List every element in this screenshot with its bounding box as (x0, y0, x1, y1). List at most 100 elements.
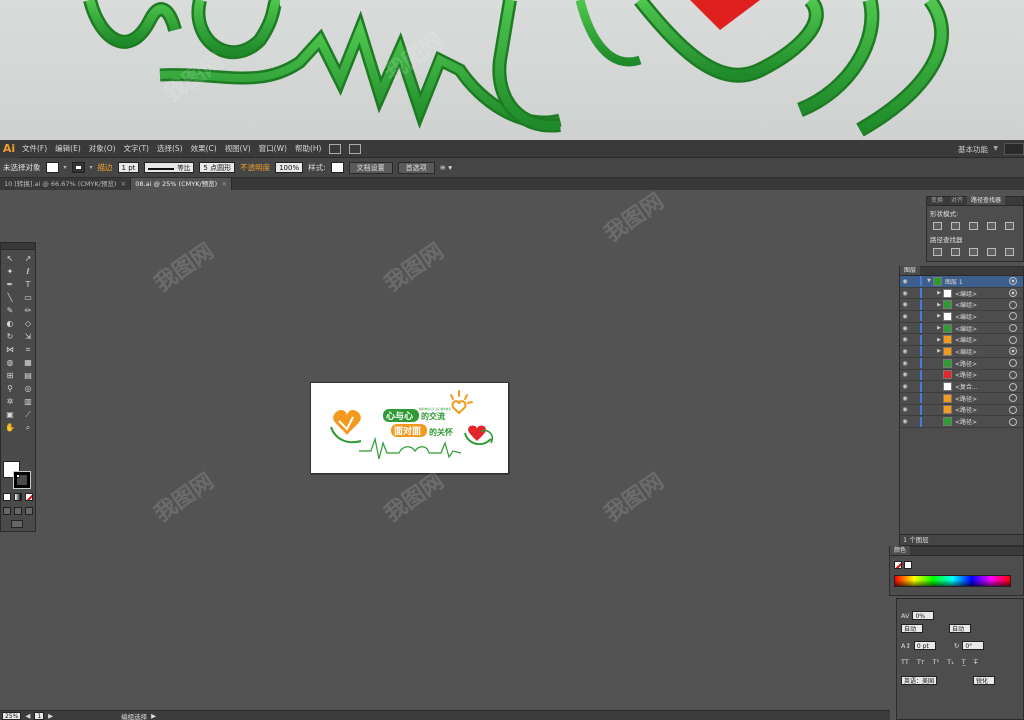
eye-icon[interactable]: ◉ (900, 383, 910, 390)
superscript-icon[interactable]: T¹ (933, 658, 940, 666)
none-button[interactable] (25, 493, 33, 501)
eraser-icon[interactable]: ◇ (20, 318, 36, 330)
rotate-tool-icon[interactable]: ↻ (2, 331, 18, 343)
color-spectrum[interactable] (894, 575, 1011, 587)
none-swatch[interactable] (894, 561, 902, 569)
layer-name[interactable]: <路径> (955, 359, 1009, 368)
blob-brush-icon[interactable]: ◐ (2, 318, 18, 330)
variable-width-profile[interactable]: 等比 (144, 162, 195, 173)
chevron-down-icon[interactable]: ▾ (64, 164, 67, 171)
subscript-icon[interactable]: T₁ (947, 658, 954, 666)
width-tool-icon[interactable]: ⋈ (2, 344, 18, 356)
screen-mode-icon[interactable] (11, 520, 23, 528)
graphic-style-swatch[interactable] (330, 162, 344, 173)
status-menu-icon[interactable]: ▶ (151, 712, 156, 720)
preferences-button[interactable]: 首选项 (397, 161, 435, 174)
layer-name[interactable]: <路径> (955, 394, 1009, 403)
expand-arrow-icon[interactable]: ▶ (935, 348, 943, 354)
tab-color[interactable]: 颜色 (890, 546, 911, 555)
eyedropper-icon[interactable]: ⚲ (2, 383, 18, 395)
brush-definition[interactable]: 5 点圆形 (199, 162, 236, 173)
menu-view[interactable]: 视图(V) (221, 140, 255, 158)
pen-tool-icon[interactable]: ✒ (2, 279, 18, 291)
minus-front-icon[interactable] (951, 222, 960, 230)
zoom-tool-icon[interactable]: ⌕ (20, 422, 36, 434)
color-button[interactable] (3, 493, 11, 501)
next-artboard-icon[interactable]: ▶ (48, 712, 53, 720)
target-icon[interactable] (1009, 382, 1017, 391)
eye-icon[interactable]: ◉ (900, 360, 910, 367)
arrange-documents-icon[interactable] (349, 143, 362, 154)
layer-row[interactable]: ◉ <路径> (900, 416, 1023, 428)
crop-icon[interactable] (987, 248, 996, 256)
tab-pathfinder[interactable]: 路径查找器 (967, 196, 1006, 205)
eye-icon[interactable]: ◉ (900, 348, 910, 355)
eye-icon[interactable]: ◉ (900, 395, 910, 402)
all-caps-icon[interactable]: TT (901, 658, 909, 666)
pencil-icon[interactable]: ✏ (20, 305, 36, 317)
target-icon[interactable] (1009, 370, 1017, 379)
layer-name[interactable]: <复合... (955, 382, 1009, 391)
eye-icon[interactable]: ◉ (900, 418, 910, 425)
target-icon[interactable] (1009, 394, 1017, 403)
layer-name[interactable]: <编组> (955, 289, 1009, 298)
expand-arrow-icon[interactable]: ▼ (925, 278, 933, 284)
expand-arrow-icon[interactable]: ▶ (935, 290, 943, 296)
menu-type[interactable]: 文字(T) (120, 140, 153, 158)
menu-edit[interactable]: 编辑(E) (51, 140, 85, 158)
eye-icon[interactable]: ◉ (900, 290, 910, 297)
eye-icon[interactable]: ◉ (900, 325, 910, 332)
exclude-icon[interactable] (987, 222, 996, 230)
strikethrough-icon[interactable]: T̶ (974, 658, 978, 666)
workspace-switcher[interactable]: 基本功能 (958, 144, 988, 155)
layer-row-main[interactable]: ◉ ▼ 图层 1 (900, 276, 1023, 288)
line-tool-icon[interactable]: ╲ (2, 292, 18, 304)
draw-inside-icon[interactable] (25, 507, 33, 515)
rotation-field[interactable]: 0° (962, 641, 985, 650)
target-icon[interactable] (1009, 405, 1017, 414)
tab-transform[interactable]: 变换 (927, 196, 947, 205)
layer-row[interactable]: ◉ <路径> (900, 393, 1023, 405)
menu-file[interactable]: 文件(F) (18, 140, 51, 158)
layer-row[interactable]: ◉ ▶ <编组> (900, 334, 1023, 347)
target-icon[interactable] (1009, 335, 1017, 344)
layer-name[interactable]: <编组> (955, 335, 1009, 344)
eye-icon[interactable]: ◉ (900, 278, 910, 285)
gradient-tool-icon[interactable]: ▤ (20, 370, 36, 382)
tab-align[interactable]: 对齐 (947, 196, 967, 205)
white-swatch[interactable] (904, 561, 912, 569)
underline-icon[interactable]: T̲ (962, 658, 966, 666)
layer-row[interactable]: ◉ ▶ <编组> (900, 346, 1023, 358)
expand-arrow-icon[interactable]: ▶ (935, 325, 943, 331)
hand-tool-icon[interactable]: ✋ (2, 422, 18, 434)
opacity-field[interactable]: 100% (275, 162, 304, 173)
mesh-tool-icon[interactable]: ⊞ (2, 370, 18, 382)
tools-panel-header[interactable] (1, 243, 35, 250)
magic-wand-icon[interactable]: ✦ (2, 266, 18, 278)
antialias-select[interactable]: 锐化 (973, 676, 996, 685)
expand-arrow-icon[interactable]: ▶ (935, 337, 943, 343)
expand-arrow-icon[interactable]: ▶ (935, 302, 943, 308)
small-caps-icon[interactable]: Tᴛ (917, 658, 925, 666)
gradient-button[interactable] (14, 493, 22, 501)
layer-row[interactable]: ◉ <复合... (900, 381, 1023, 393)
layer-name[interactable]: <编组> (955, 300, 1009, 309)
tracking-field[interactable]: 0% (912, 611, 935, 620)
layer-name[interactable]: <编组> (955, 312, 1009, 321)
target-icon[interactable] (1009, 312, 1017, 321)
slice-tool-icon[interactable]: ⟋ (20, 409, 36, 421)
layer-name[interactable]: <编组> (955, 347, 1009, 356)
menu-effect[interactable]: 效果(C) (187, 140, 221, 158)
target-icon[interactable] (1009, 289, 1017, 298)
language-select[interactable]: 英语：美国 (901, 676, 938, 685)
fill-stroke-widget[interactable] (3, 461, 33, 491)
outline-icon[interactable] (1005, 248, 1014, 256)
leading-field-right[interactable]: 自动 (949, 624, 971, 633)
expand-button[interactable] (1005, 222, 1014, 230)
merge-icon[interactable] (969, 248, 978, 256)
layer-name[interactable]: <编组> (955, 324, 1009, 333)
fill-swatch[interactable] (45, 162, 59, 173)
menu-object[interactable]: 对象(O) (85, 140, 120, 158)
column-graph-icon[interactable]: ▥ (20, 396, 36, 408)
unite-icon[interactable] (933, 222, 942, 230)
